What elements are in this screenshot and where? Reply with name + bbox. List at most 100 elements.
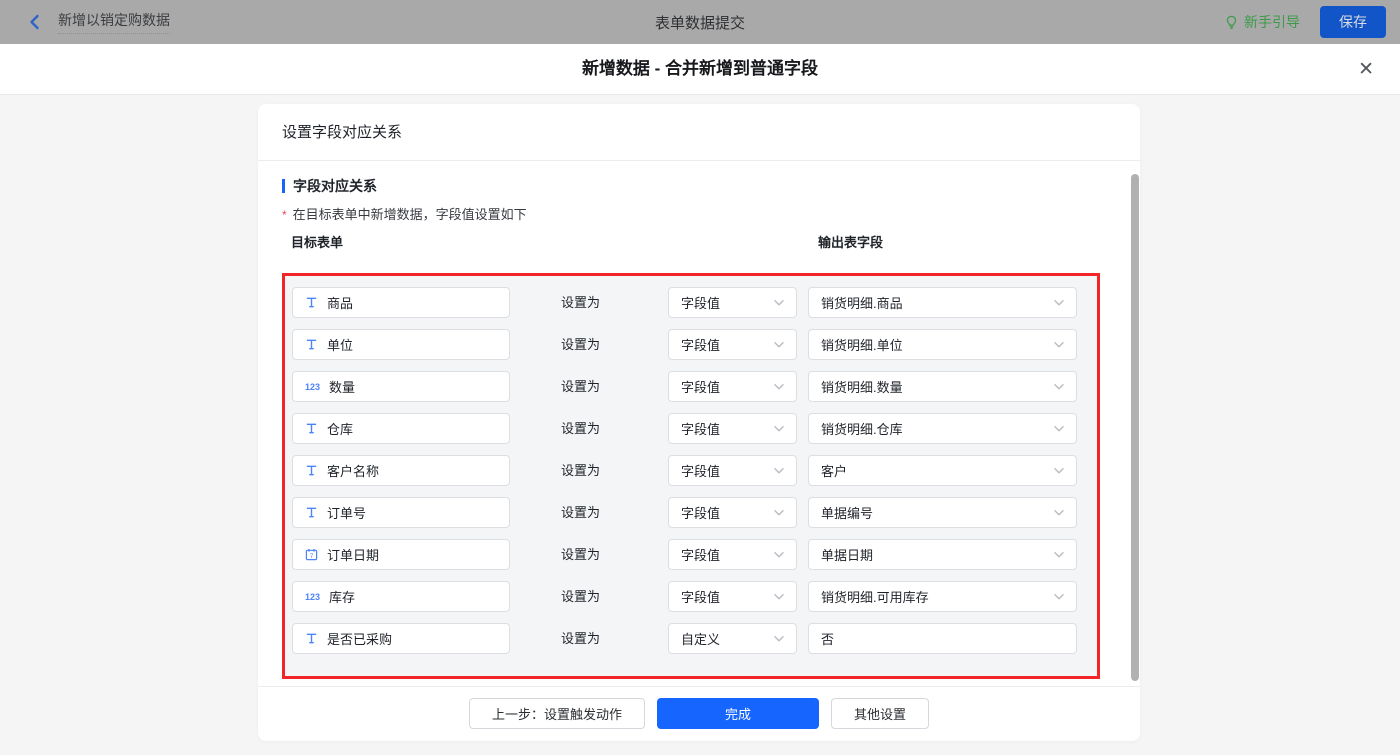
- output-value-label: 销货明细.商品: [821, 296, 903, 311]
- chevron-down-icon: [774, 551, 784, 558]
- relation-label: 设置为: [561, 547, 601, 562]
- value-type-select[interactable]: 字段值: [668, 455, 797, 486]
- value-type-select[interactable]: 字段值: [668, 497, 797, 528]
- chevron-down-icon: [774, 299, 784, 306]
- output-value-label: 销货明细.数量: [821, 380, 903, 395]
- chevron-down-icon: [774, 383, 784, 390]
- save-button[interactable]: 保存: [1320, 6, 1386, 38]
- value-type-label: 字段值: [681, 296, 721, 311]
- value-type-label: 字段值: [681, 548, 721, 563]
- value-type-select[interactable]: 字段值: [668, 329, 797, 360]
- other-settings-button[interactable]: 其他设置: [831, 698, 930, 729]
- prev-step-button[interactable]: 上一步：设置触发动作: [468, 698, 645, 729]
- scrollbar-thumb[interactable]: [1131, 174, 1139, 681]
- value-type-select[interactable]: 字段值: [668, 371, 797, 402]
- output-value-label: 销货明细.单位: [821, 338, 903, 353]
- target-field-box[interactable]: 123 数量: [292, 371, 510, 402]
- close-icon[interactable]: ✕: [1358, 44, 1374, 94]
- output-field-select[interactable]: 销货明细.数量: [808, 371, 1077, 402]
- relation-label: 设置为: [561, 589, 601, 604]
- field-mapping-row: 是否已采购 设置为 自定义 否: [285, 623, 1097, 654]
- output-field-select[interactable]: 单据编号: [808, 497, 1077, 528]
- output-value-label: 销货明细.仓库: [821, 422, 903, 437]
- mapping-note: * 在目标表单中新增数据，字段值设置如下: [282, 204, 527, 223]
- modal-header: 新增数据 - 合并新增到普通字段 ✕: [0, 44, 1400, 95]
- field-mapping-row: 单位 设置为 字段值 销货明细.单位: [285, 329, 1097, 360]
- target-field-box[interactable]: 商品: [292, 287, 510, 318]
- chevron-down-icon: [1054, 299, 1064, 306]
- relation-label: 设置为: [561, 379, 601, 394]
- output-value-label: 单据编号: [821, 506, 874, 521]
- note-text: 在目标表单中新增数据，字段值设置如下: [292, 207, 527, 222]
- chevron-down-icon: [774, 509, 784, 516]
- field-mapping-row: 订单号 设置为 字段值 单据编号: [285, 497, 1097, 528]
- value-type-select[interactable]: 字段值: [668, 539, 797, 570]
- value-type-label: 字段值: [681, 506, 721, 521]
- chevron-down-icon: [1054, 593, 1064, 600]
- done-button[interactable]: 完成: [657, 698, 819, 729]
- date-field-icon: 7: [305, 548, 318, 561]
- value-type-select[interactable]: 自定义: [668, 623, 797, 654]
- output-field-select[interactable]: 销货明细.可用库存: [808, 581, 1077, 612]
- value-type-label: 字段值: [681, 464, 721, 479]
- field-mapping-row: 7 订单日期 设置为 字段值 单据日期: [285, 539, 1097, 570]
- output-field-select[interactable]: 单据日期: [808, 539, 1077, 570]
- output-field-select[interactable]: 销货明细.商品: [808, 287, 1077, 318]
- lightbulb-icon: [1224, 15, 1239, 30]
- value-type-select[interactable]: 字段值: [668, 413, 797, 444]
- target-field-box[interactable]: 仓库: [292, 413, 510, 444]
- footer-divider: [258, 686, 1140, 687]
- value-type-select[interactable]: 字段值: [668, 581, 797, 612]
- target-field-box[interactable]: 123 库存: [292, 581, 510, 612]
- relation-label: 设置为: [561, 631, 601, 646]
- target-field-box[interactable]: 订单号: [292, 497, 510, 528]
- value-type-label: 自定义: [681, 632, 721, 647]
- flow-title[interactable]: 新增以销定购数据: [58, 10, 170, 34]
- custom-value-input[interactable]: 否: [808, 623, 1077, 654]
- guide-label: 新手引导: [1244, 14, 1300, 30]
- section-title-label: 字段对应关系: [293, 178, 377, 194]
- field-mapping-row: 123 数量 设置为 字段值 销货明细.数量: [285, 371, 1097, 402]
- value-type-label: 字段值: [681, 380, 721, 395]
- required-asterisk: *: [282, 208, 287, 222]
- value-type-select[interactable]: 字段值: [668, 287, 797, 318]
- accent-bar: [282, 179, 285, 193]
- field-mapping-row: 仓库 设置为 字段值 销货明细.仓库: [285, 413, 1097, 444]
- back-icon[interactable]: [26, 13, 44, 31]
- section-title: 字段对应关系: [282, 176, 377, 196]
- target-field-label: 库存: [329, 590, 356, 605]
- output-field-select[interactable]: 客户: [808, 455, 1077, 486]
- beginner-guide-link[interactable]: 新手引导: [1224, 12, 1300, 32]
- target-field-label: 是否已采购: [327, 632, 393, 647]
- field-mapping-row: 123 库存 设置为 字段值 销货明细.可用库存: [285, 581, 1097, 612]
- target-field-label: 客户名称: [327, 464, 380, 479]
- output-value-label: 客户: [821, 464, 848, 479]
- field-mapping-row: 商品 设置为 字段值 销货明细.商品: [285, 287, 1097, 318]
- target-field-box[interactable]: 客户名称: [292, 455, 510, 486]
- svg-text:7: 7: [310, 553, 314, 560]
- field-mapping-card: 设置字段对应关系 字段对应关系 * 在目标表单中新增数据，字段值设置如下 目标表单…: [258, 104, 1140, 741]
- target-field-box[interactable]: 7 订单日期: [292, 539, 510, 570]
- output-field-select[interactable]: 销货明细.单位: [808, 329, 1077, 360]
- chevron-down-icon: [1054, 551, 1064, 558]
- target-field-box[interactable]: 是否已采购: [292, 623, 510, 654]
- modal-title: 新增数据 - 合并新增到普通字段: [581, 59, 819, 78]
- chevron-down-icon: [1054, 425, 1064, 432]
- value-type-label: 字段值: [681, 422, 721, 437]
- chevron-down-icon: [1054, 467, 1064, 474]
- number-field-icon: 123: [305, 381, 321, 392]
- chevron-down-icon: [774, 467, 784, 474]
- text-field-icon: [305, 296, 318, 309]
- chevron-down-icon: [774, 425, 784, 432]
- target-field-label: 订单号: [327, 506, 367, 521]
- chevron-down-icon: [774, 593, 784, 600]
- field-mapping-row: 客户名称 设置为 字段值 客户: [285, 455, 1097, 486]
- card-title: 设置字段对应关系: [258, 104, 1140, 161]
- target-field-label: 订单日期: [327, 548, 380, 563]
- output-field-select[interactable]: 销货明细.仓库: [808, 413, 1077, 444]
- relation-label: 设置为: [561, 463, 601, 478]
- target-field-box[interactable]: 单位: [292, 329, 510, 360]
- target-field-label: 仓库: [327, 422, 354, 437]
- chevron-down-icon: [774, 635, 784, 642]
- target-field-label: 商品: [327, 296, 354, 311]
